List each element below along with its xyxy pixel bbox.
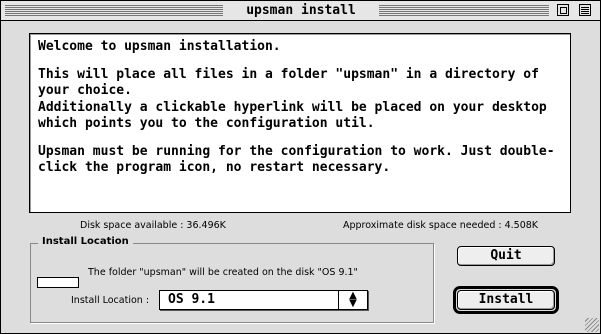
install-location-popup[interactable]: OS 9.1 ▲ ▼ <box>159 290 368 310</box>
grow-box-icon[interactable] <box>585 318 599 332</box>
popup-divider <box>338 291 339 309</box>
welcome-text-panel: Welcome to upsman installation. This wil… <box>29 33 571 213</box>
install-location-group-label: Install Location <box>38 235 133 248</box>
zoom-box-icon[interactable] <box>557 4 569 16</box>
welcome-heading: Welcome to upsman installation. <box>38 39 281 54</box>
welcome-paragraph-running: Upsman must be running for the configura… <box>38 143 555 176</box>
quit-button[interactable]: Quit <box>457 246 555 266</box>
install-location-value: OS 9.1 <box>168 292 215 307</box>
up-down-arrows-icon: ▲ ▼ <box>349 290 357 309</box>
collapse-box-icon[interactable] <box>579 4 591 16</box>
title-bar-stripes-left <box>5 5 223 16</box>
disk-space-available: Disk space available : 36.496K <box>80 220 226 231</box>
install-location-label: Install Location : <box>71 295 150 306</box>
title-bar[interactable]: upsman install <box>1 1 600 21</box>
welcome-paragraph-hyperlink: Additionally a clickable hyperlink will … <box>38 99 547 132</box>
title-bar-stripes-right <box>379 5 549 16</box>
welcome-paragraph-folder: This will place all files in a folder "u… <box>38 66 539 99</box>
disk-space-needed: Approximate disk space needed : 4.508K <box>343 220 539 231</box>
install-button[interactable]: Install <box>457 290 555 310</box>
folder-info-text: The folder "upsman" will be created on t… <box>88 267 358 278</box>
install-location-group <box>30 243 434 323</box>
installer-window: upsman install Welcome to upsman install… <box>0 0 601 334</box>
window-title: upsman install <box>223 2 379 20</box>
location-field[interactable] <box>37 277 79 288</box>
